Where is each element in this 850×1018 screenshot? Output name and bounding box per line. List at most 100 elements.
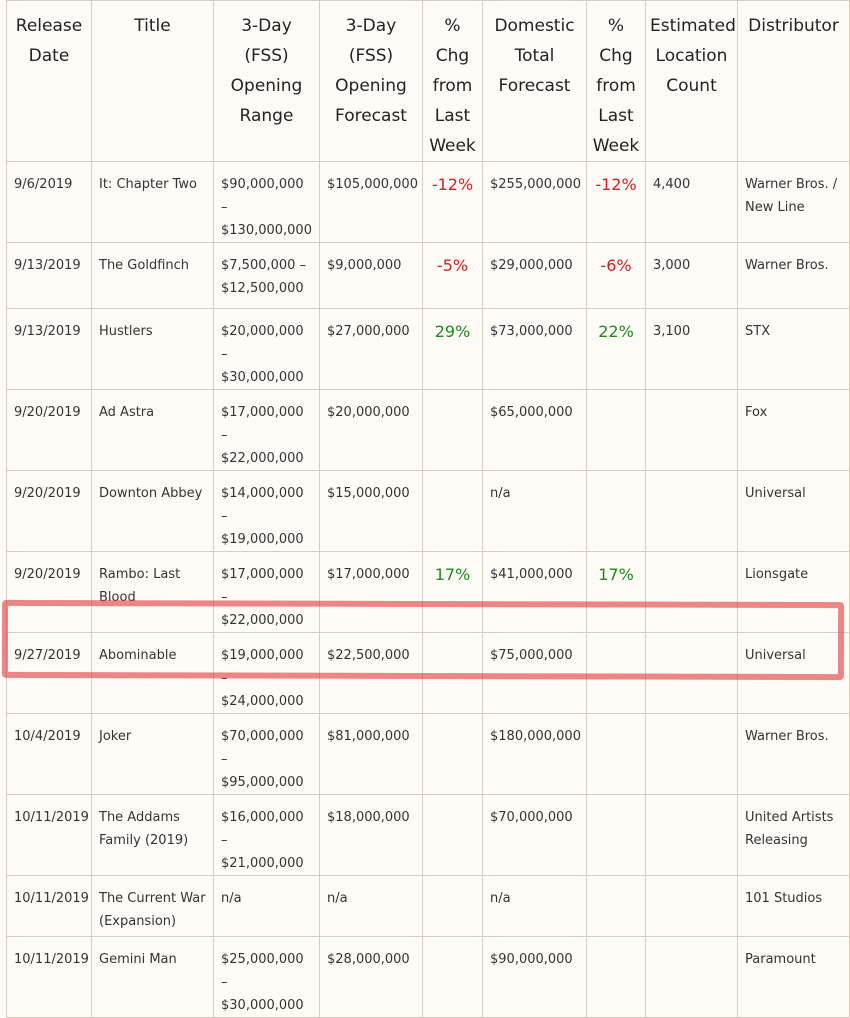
cell-release-date: 9/20/2019 — [6, 551, 92, 633]
cell-title: The Goldfinch — [91, 242, 214, 309]
cell-pct-chg-total — [586, 936, 646, 1018]
cell-location-count — [645, 794, 738, 876]
cell-location-count — [645, 713, 738, 795]
table-row: 10/11/2019 The Addams Family (2019) $16,00… — [6, 794, 850, 876]
cell-title: Joker — [91, 713, 214, 795]
cell-release-date: 9/20/2019 — [6, 470, 92, 552]
cell-domestic-total: $75,000,000 — [482, 632, 587, 714]
cell-title: It: Chapter Two — [91, 161, 214, 243]
cell-distributor: Universal — [737, 632, 850, 714]
cell-distributor: Warner Bros. — [737, 242, 850, 309]
cell-opening-forecast: $105,000,000 — [319, 161, 423, 243]
cell-domestic-total: $90,000,000 — [482, 936, 587, 1018]
cell-release-date: 9/27/2019 — [6, 632, 92, 714]
table-body: 9/6/2019 It: Chapter Two $90,000,000 – $13… — [6, 161, 850, 1018]
cell-pct-chg-opening: 29% — [422, 308, 483, 390]
header-opening-forecast: 3-Day (FSS) Opening Forecast — [319, 0, 423, 162]
cell-release-date: 10/11/2019 — [6, 875, 92, 937]
header-release-date: Release Date — [6, 0, 92, 162]
cell-release-date: 10/11/2019 — [6, 936, 92, 1018]
cell-location-count — [645, 632, 738, 714]
cell-pct-chg-total: 22% — [586, 308, 646, 390]
cell-title: Abominable — [91, 632, 214, 714]
cell-location-count — [645, 389, 738, 471]
cell-pct-chg-opening — [422, 713, 483, 795]
cell-opening-forecast: $22,500,000 — [319, 632, 423, 714]
box-office-forecast-table: Release Date Title 3-Day (FSS) Opening R… — [6, 0, 850, 1018]
cell-title: Rambo: Last Blood — [91, 551, 214, 633]
cell-location-count — [645, 470, 738, 552]
cell-pct-chg-total — [586, 470, 646, 552]
cell-opening-range: $16,000,000 – $21,000,000 — [213, 794, 320, 876]
cell-title: Hustlers — [91, 308, 214, 390]
cell-opening-forecast: $81,000,000 — [319, 713, 423, 795]
cell-domestic-total: n/a — [482, 875, 587, 937]
cell-domestic-total: $65,000,000 — [482, 389, 587, 471]
table-row: 10/4/2019 Joker $70,000,000 – $95,000,000 $… — [6, 713, 850, 795]
cell-domestic-total: $180,000,000 — [482, 713, 587, 795]
cell-distributor: Lionsgate — [737, 551, 850, 633]
cell-opening-forecast: $17,000,000 — [319, 551, 423, 633]
cell-opening-forecast: $20,000,000 — [319, 389, 423, 471]
cell-opening-forecast: $18,000,000 — [319, 794, 423, 876]
page: Release Date Title 3-Day (FSS) Opening R… — [0, 0, 850, 1018]
header-row: Release Date Title 3-Day (FSS) Opening R… — [6, 0, 850, 162]
cell-opening-forecast: $27,000,000 — [319, 308, 423, 390]
cell-location-count: 3,000 — [645, 242, 738, 309]
cell-distributor: United Artists Releasing — [737, 794, 850, 876]
cell-pct-chg-total — [586, 713, 646, 795]
cell-domestic-total: $29,000,000 — [482, 242, 587, 309]
cell-title: The Addams Family (2019) — [91, 794, 214, 876]
cell-location-count: 3,100 — [645, 308, 738, 390]
cell-distributor: STX — [737, 308, 850, 390]
cell-domestic-total: $73,000,000 — [482, 308, 587, 390]
table-row: 9/20/2019 Downton Abbey $14,000,000 – $19,… — [6, 470, 850, 552]
cell-location-count: 4,400 — [645, 161, 738, 243]
cell-pct-chg-total — [586, 632, 646, 714]
table-row: 9/20/2019 Rambo: Last Blood $17,000,000 – … — [6, 551, 850, 633]
cell-title: The Current War (Expansion) — [91, 875, 214, 937]
cell-pct-chg-opening — [422, 389, 483, 471]
header-title: Title — [91, 0, 214, 162]
cell-distributor: 101 Studios — [737, 875, 850, 937]
cell-opening-forecast: n/a — [319, 875, 423, 937]
cell-pct-chg-total — [586, 875, 646, 937]
cell-distributor: Fox — [737, 389, 850, 471]
cell-pct-chg-opening: -5% — [422, 242, 483, 309]
header-domestic-total: Domestic Total Forecast — [482, 0, 587, 162]
cell-opening-range: $20,000,000 – $30,000,000 — [213, 308, 320, 390]
header-distributor: Distributor — [737, 0, 850, 162]
table-row: 9/27/2019 Abominable $19,000,000 – $24,000… — [6, 632, 850, 714]
header-location-count: Estimated Location Count — [645, 0, 738, 162]
cell-domestic-total: $70,000,000 — [482, 794, 587, 876]
table-row: 9/6/2019 It: Chapter Two $90,000,000 – $13… — [6, 161, 850, 243]
cell-pct-chg-opening: -12% — [422, 161, 483, 243]
cell-opening-forecast: $9,000,000 — [319, 242, 423, 309]
table-row: 9/13/2019 The Goldfinch $7,500,000 – $12,5… — [6, 242, 850, 309]
cell-title: Downton Abbey — [91, 470, 214, 552]
cell-opening-forecast: $28,000,000 — [319, 936, 423, 1018]
table-row: 9/13/2019 Hustlers $20,000,000 – $30,000,0… — [6, 308, 850, 390]
table-row: 9/20/2019 Ad Astra $17,000,000 – $22,000,0… — [6, 389, 850, 471]
cell-pct-chg-total — [586, 389, 646, 471]
cell-pct-chg-total: -6% — [586, 242, 646, 309]
cell-pct-chg-total: 17% — [586, 551, 646, 633]
cell-opening-range: $19,000,000 – $24,000,000 — [213, 632, 320, 714]
cell-pct-chg-opening — [422, 470, 483, 552]
cell-pct-chg-opening — [422, 875, 483, 937]
cell-opening-range: $7,500,000 – $12,500,000 — [213, 242, 320, 309]
cell-opening-range: $90,000,000 – $130,000,000 — [213, 161, 320, 243]
cell-pct-chg-opening — [422, 632, 483, 714]
cell-domestic-total: $255,000,000 — [482, 161, 587, 243]
cell-opening-range: $17,000,000 – $22,000,000 — [213, 389, 320, 471]
table-row: 10/11/2019 The Current War (Expansion) n/a… — [6, 875, 850, 937]
cell-location-count — [645, 551, 738, 633]
cell-distributor: Paramount — [737, 936, 850, 1018]
cell-opening-range: $17,000,000 – $22,000,000 — [213, 551, 320, 633]
cell-release-date: 10/4/2019 — [6, 713, 92, 795]
cell-pct-chg-opening: 17% — [422, 551, 483, 633]
header-opening-range: 3-Day (FSS) Opening Range — [213, 0, 320, 162]
cell-distributor: Universal — [737, 470, 850, 552]
cell-pct-chg-opening — [422, 936, 483, 1018]
cell-pct-chg-opening — [422, 794, 483, 876]
